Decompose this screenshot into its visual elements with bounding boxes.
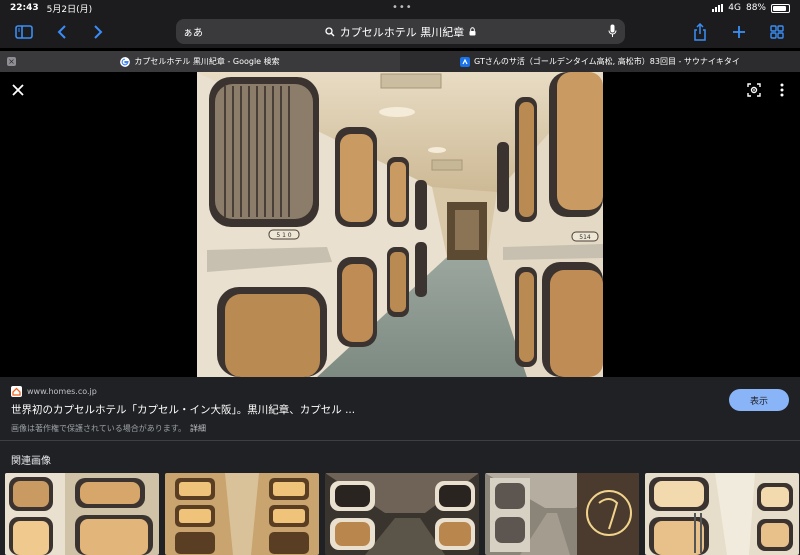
tab-google-search[interactable]: × カプセルホテル 黒川紀章 - Google 検索	[0, 51, 400, 72]
cellular-signal-icon	[712, 4, 724, 12]
lock-icon	[469, 27, 476, 36]
microphone-icon[interactable]	[608, 24, 617, 38]
more-vert-icon[interactable]	[771, 79, 793, 101]
address-bar[interactable]: ぁあ カプセルホテル 黒川紀章	[176, 19, 625, 44]
tab-label: GTさんのサ活（ゴールデンタイム高松, 高松市）83回目 - サウナイキタイ	[474, 57, 740, 66]
network-type: 4G	[728, 3, 741, 13]
image-info-panel: www.homes.co.jp 世界初のカプセルホテル「カプセル・イン大阪」。黒…	[0, 377, 800, 555]
battery-percent: 88%	[745, 3, 766, 13]
sauna-favicon-icon	[460, 56, 471, 67]
share-icon[interactable]	[689, 21, 711, 43]
status-bar: 22:43 5月2日(月) ••• 4G 88%	[0, 0, 800, 16]
room-number-510: 5 1 0	[276, 232, 291, 239]
related-image[interactable]	[325, 473, 479, 555]
image-viewer: 5 1 0 514	[0, 72, 800, 377]
lens-icon[interactable]	[743, 79, 765, 101]
google-favicon-icon	[120, 56, 131, 67]
tab-label: カプセルホテル 黒川紀章 - Google 検索	[134, 57, 280, 66]
battery-icon	[771, 3, 790, 13]
related-images-heading: 関連画像	[11, 456, 51, 467]
plus-icon[interactable]	[728, 21, 750, 43]
result-title[interactable]: 世界初のカプセルホテル「カプセル・イン大阪」。黒川紀章、カプセル ...	[11, 402, 355, 417]
capsule-hotel-photo[interactable]: 5 1 0 514	[197, 72, 603, 377]
battery-fill	[773, 5, 787, 11]
status-time: 22:43	[10, 3, 39, 13]
view-button[interactable]: 表示	[729, 389, 789, 411]
browser-toolbar: ぁあ カプセルホテル 黒川紀章	[0, 16, 800, 48]
chevron-left-icon[interactable]	[51, 21, 73, 43]
related-image[interactable]	[5, 473, 159, 555]
tab-sauna[interactable]: GTさんのサ活（ゴールデンタイム高松, 高松市）83回目 - サウナイキタイ	[400, 51, 800, 72]
close-tab-icon[interactable]: ×	[7, 57, 16, 66]
image-source[interactable]: www.homes.co.jp	[11, 386, 97, 397]
related-images-strip	[5, 473, 800, 555]
related-image[interactable]	[485, 473, 639, 555]
divider	[0, 440, 800, 441]
details-link[interactable]: 詳細	[190, 424, 206, 433]
related-image[interactable]	[645, 473, 799, 555]
search-icon	[325, 26, 335, 36]
source-domain: www.homes.co.jp	[27, 387, 97, 396]
chevron-right-icon[interactable]	[87, 21, 109, 43]
tabs-grid-icon[interactable]	[766, 21, 788, 43]
multitasking-dots-icon[interactable]: •••	[392, 2, 413, 13]
url-text: カプセルホテル 黒川紀章	[339, 25, 465, 39]
close-icon[interactable]	[7, 79, 29, 101]
room-number-514: 514	[579, 234, 591, 241]
sidebar-icon[interactable]	[13, 21, 35, 43]
status-date: 5月2日(月)	[46, 4, 93, 15]
tab-bar: × カプセルホテル 黒川紀章 - Google 検索 GTさんのサ活（ゴールデン…	[0, 51, 800, 72]
copyright-note: 画像は著作権で保護されている場合があります。 詳細	[11, 423, 206, 434]
copyright-text: 画像は著作権で保護されている場合があります。	[11, 424, 186, 433]
related-image[interactable]	[165, 473, 319, 555]
homes-favicon-icon	[11, 386, 22, 397]
